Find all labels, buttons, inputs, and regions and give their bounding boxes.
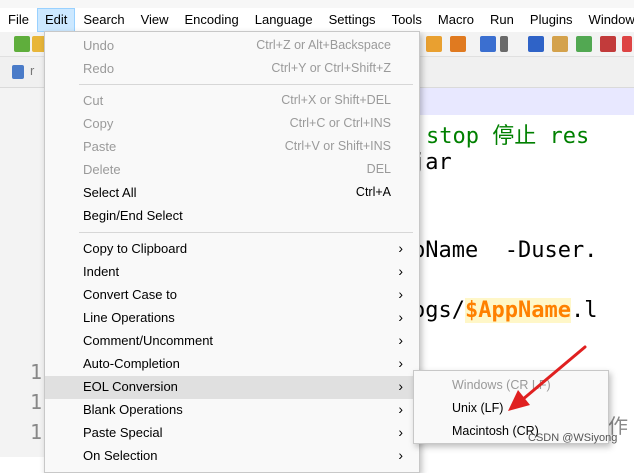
menu-item-label: Redo xyxy=(83,61,115,76)
chevron-right-icon: › xyxy=(398,332,403,348)
menu-item-paste-special[interactable]: Paste Special › xyxy=(45,422,419,445)
menu-item-convert-case[interactable]: Convert Case to › xyxy=(45,284,419,307)
menu-item-label: Auto-Completion xyxy=(83,356,180,371)
word-wrap-icon[interactable] xyxy=(480,36,496,52)
watermark-text: CSDN @WSiyong xyxy=(528,432,618,444)
submenu-item-label: Macintosh (CR) xyxy=(452,424,539,438)
chevron-right-icon: › xyxy=(398,424,403,440)
menu-item-label: Line Operations xyxy=(83,310,175,325)
menu-item-label: Copy to Clipboard xyxy=(83,241,188,256)
menu-bar: File Edit Search View Encoding Language … xyxy=(0,8,634,32)
menu-plugins[interactable]: Plugins xyxy=(522,8,581,32)
chevron-right-icon: › xyxy=(398,401,403,417)
menu-item-shortcut: Ctrl+Y or Ctrl+Shift+Z xyxy=(271,61,391,75)
edit-menu-dropdown: Undo Ctrl+Z or Alt+Backspace Redo Ctrl+Y… xyxy=(44,31,420,473)
line-number: 1 xyxy=(30,360,43,384)
menu-item-blank-operations[interactable]: Blank Operations › xyxy=(45,399,419,422)
chevron-right-icon: › xyxy=(398,447,403,463)
new-file-icon[interactable] xyxy=(14,36,30,52)
menu-tools[interactable]: Tools xyxy=(384,8,430,32)
menu-item-label: Paste Special xyxy=(83,425,163,440)
menu-item-shortcut: Ctrl+C or Ctrl+INS xyxy=(289,116,391,130)
menu-item-undo[interactable]: Undo Ctrl+Z or Alt+Backspace xyxy=(45,35,419,58)
menu-search[interactable]: Search xyxy=(75,8,132,32)
menu-item-indent[interactable]: Indent › xyxy=(45,261,419,284)
code-comment-stop: stop 停止 res xyxy=(426,124,590,149)
menu-item-line-operations[interactable]: Line Operations › xyxy=(45,307,419,330)
menu-item-delete[interactable]: Delete DEL xyxy=(45,159,419,182)
menu-item-redo[interactable]: Redo Ctrl+Y or Ctrl+Shift+Z xyxy=(45,58,419,81)
menu-item-label: Delete xyxy=(83,162,121,177)
menu-item-begin-end-select[interactable]: Begin/End Select xyxy=(45,205,419,228)
line-number: 1 xyxy=(30,390,43,414)
menu-item-shortcut: DEL xyxy=(366,162,391,176)
submenu-item-unix-lf[interactable]: Unix (LF) xyxy=(414,397,608,420)
menu-item-copy-to-clipboard[interactable]: Copy to Clipboard › xyxy=(45,238,419,261)
menu-item-label: Indent xyxy=(83,264,120,279)
sync-horizontal-icon[interactable] xyxy=(450,36,466,52)
menu-language[interactable]: Language xyxy=(247,8,321,32)
menu-item-shortcut: Ctrl+X or Shift+DEL xyxy=(281,93,391,107)
menu-item-label: Copy xyxy=(83,116,114,131)
doc-map-icon[interactable] xyxy=(576,36,592,52)
menu-item-copy[interactable]: Copy Ctrl+C or Ctrl+INS xyxy=(45,113,419,136)
chevron-right-icon: › xyxy=(398,378,403,394)
menu-separator xyxy=(79,84,413,85)
menu-item-label: Blank Operations xyxy=(83,402,183,417)
menu-item-paste[interactable]: Paste Ctrl+V or Shift+INS xyxy=(45,136,419,159)
submenu-item-label: Unix (LF) xyxy=(452,401,504,415)
menu-run[interactable]: Run xyxy=(482,8,522,32)
code-variable-appname: $AppName xyxy=(464,298,571,323)
folder-workspace-icon[interactable] xyxy=(622,36,632,52)
menu-item-label: Begin/End Select xyxy=(83,208,183,223)
indent-guide-icon[interactable] xyxy=(528,36,544,52)
menu-item-label: Convert Case to xyxy=(83,287,177,302)
window-top-strip xyxy=(0,0,634,8)
menu-item-label: Paste xyxy=(83,139,117,154)
menu-item-cut[interactable]: Cut Ctrl+X or Shift+DEL xyxy=(45,90,419,113)
menu-item-shortcut: Ctrl+A xyxy=(355,185,391,199)
menu-item-auto-completion[interactable]: Auto-Completion › xyxy=(45,353,419,376)
chevron-right-icon: › xyxy=(398,240,403,256)
chevron-right-icon: › xyxy=(398,309,403,325)
menu-file[interactable]: File xyxy=(0,8,37,32)
menu-item-eol-conversion[interactable]: EOL Conversion › xyxy=(45,376,419,399)
submenu-item-windows-crlf[interactable]: Windows (CR LF) xyxy=(414,374,608,397)
submenu-item-label: Windows (CR LF) xyxy=(452,378,551,392)
sync-scroll-icon[interactable] xyxy=(426,36,442,52)
menu-encoding[interactable]: Encoding xyxy=(177,8,247,32)
menu-item-shortcut: Ctrl+Z or Alt+Backspace xyxy=(256,38,391,52)
code-suffix: .l xyxy=(570,298,598,323)
line-number: 1 xyxy=(30,420,43,444)
chevron-right-icon: › xyxy=(398,263,403,279)
menu-separator xyxy=(79,232,413,233)
code-line-logs: ogs/$AppName.l xyxy=(412,298,597,323)
code-line-duser: pName -Duser. xyxy=(412,238,598,263)
menu-item-label: Select All xyxy=(83,185,137,200)
menu-settings[interactable]: Settings xyxy=(321,8,384,32)
menu-item-label: Undo xyxy=(83,38,115,53)
function-list-icon[interactable] xyxy=(600,36,616,52)
menu-item-shortcut: Ctrl+V or Shift+INS xyxy=(284,139,391,153)
menu-item-label: On Selection xyxy=(83,448,158,463)
chevron-right-icon: › xyxy=(398,355,403,371)
menu-item-label: Cut xyxy=(83,93,104,108)
chevron-right-icon: › xyxy=(398,286,403,302)
file-tab-icon[interactable] xyxy=(12,65,24,79)
file-tab-label[interactable]: r xyxy=(30,63,34,78)
menu-item-label: Comment/Uncomment xyxy=(83,333,214,348)
menu-item-label: EOL Conversion xyxy=(83,379,178,394)
show-symbols-icon[interactable] xyxy=(500,36,508,52)
menu-view[interactable]: View xyxy=(133,8,177,32)
menu-edit[interactable]: Edit xyxy=(36,8,76,32)
menu-item-select-all[interactable]: Select All Ctrl+A xyxy=(45,182,419,205)
menu-macro[interactable]: Macro xyxy=(430,8,482,32)
language-icon[interactable] xyxy=(552,36,568,52)
menu-item-comment-uncomment[interactable]: Comment/Uncomment › xyxy=(45,330,419,353)
menu-window[interactable]: Window xyxy=(581,8,634,32)
